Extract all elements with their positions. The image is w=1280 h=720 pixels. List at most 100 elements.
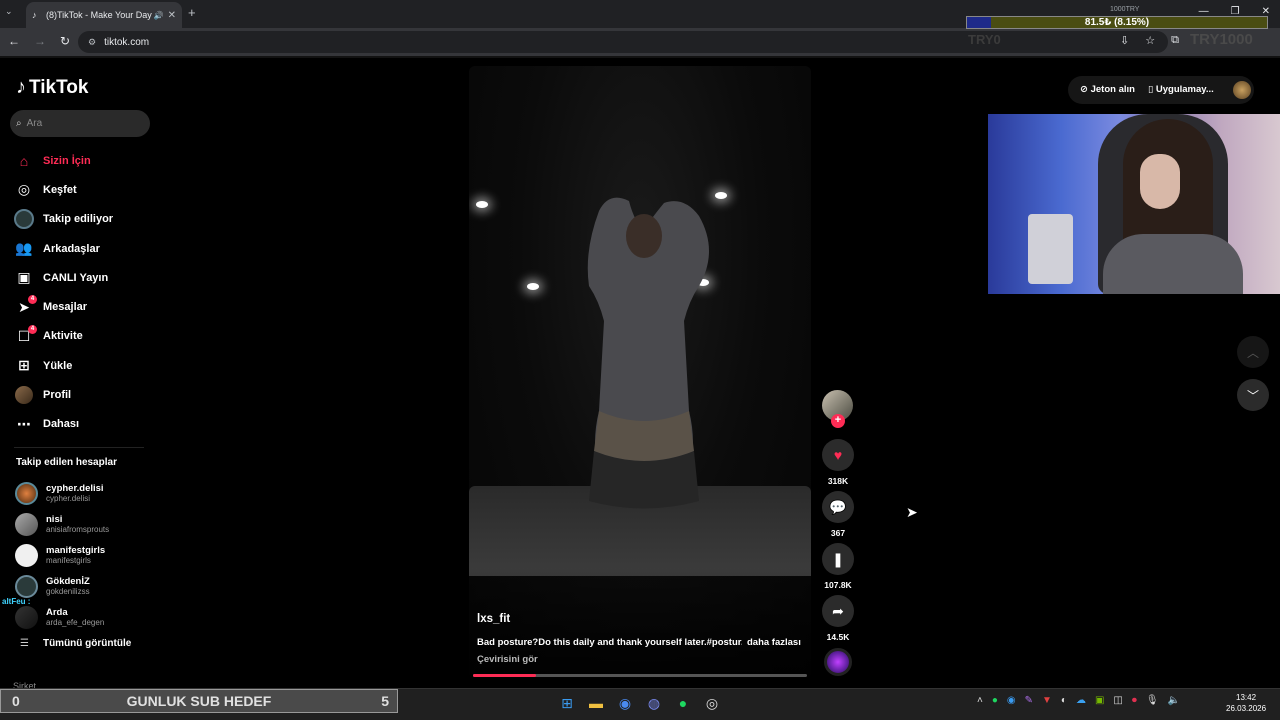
spotify-icon[interactable]: ● [673, 692, 693, 714]
nav-item-activity[interactable]: ☐ 4 Aktivite [14, 322, 154, 351]
url-text: tiktok.com [104, 36, 150, 48]
tray-volume-icon[interactable]: 🔈 [1168, 695, 1180, 706]
browser-tab[interactable]: ♪ (8)TikTok - Make Your Day 🔊 ✕ [26, 2, 182, 28]
nav-item-friends[interactable]: 👥 Arkadaşlar [14, 234, 154, 263]
share-button[interactable]: ➦ [822, 595, 854, 627]
save-button[interactable]: ❚ [822, 543, 854, 575]
back-icon[interactable]: ← [8, 34, 20, 48]
clock-time: 13:42 [1236, 693, 1257, 702]
tray-overflow-icon[interactable]: ˄ [977, 695, 983, 706]
messages-badge: 4 [28, 295, 37, 305]
goal-max-label: TRY1000 [1190, 31, 1253, 48]
sub-goal-overlay: 0 GUNLUK SUB HEDEF 5 [0, 689, 398, 713]
tray-network-icon[interactable]: ◫ [1113, 695, 1122, 706]
next-video-button[interactable]: ﹀ [1237, 379, 1269, 411]
nav-item-profile[interactable]: Profil [14, 380, 154, 409]
nav-label: CANLI Yayın [43, 271, 109, 284]
nav-label: Arkadaşlar [43, 242, 100, 255]
see-more-button[interactable]: daha fazlası [747, 637, 801, 648]
video-description: Bad posture?Do this daily and thank your… [477, 637, 742, 648]
save-count: 107.8K [824, 580, 852, 590]
system-tray: ˄ ● ◉ ✎ ▼ ◐ ☁ ▣ ◫ ⏺ 🎙 🔈 [977, 695, 1180, 706]
obs-icon[interactable]: ◎ [702, 692, 722, 714]
chrome-icon[interactable]: ◉ [615, 692, 635, 714]
bookmark-icon: ❚ [832, 550, 844, 567]
windows-start-icon[interactable]: ⊞ [557, 692, 577, 714]
chevron-up-icon: ︿ [1246, 345, 1259, 360]
nav-item-following[interactable]: Takip ediliyor [14, 205, 154, 234]
friends-icon: 👥 [15, 240, 33, 257]
user-avatar[interactable] [1233, 81, 1251, 99]
nav-item-upload[interactable]: ⊞ Yükle [14, 351, 154, 380]
bookmark-star-icon[interactable]: ☆ [1145, 34, 1155, 47]
share-icon: ➦ [832, 602, 844, 619]
address-bar-icons: ⇩ ☆ ⧉ [1120, 34, 1179, 47]
following-account[interactable]: GökdenİZ gokdenilizss [15, 571, 165, 602]
ceiling-light [527, 283, 539, 290]
tray-nvidia-icon[interactable]: ▣ [1095, 695, 1104, 706]
compass-icon: ◎ [17, 181, 31, 198]
comment-button[interactable]: 💬 [822, 491, 854, 523]
video-progress-bar[interactable] [473, 674, 807, 677]
video-player[interactable] [469, 66, 811, 678]
nav-label: Mesajlar [43, 301, 88, 314]
install-app-icon[interactable]: ⇩ [1120, 34, 1129, 47]
follow-plus-icon[interactable]: + [831, 414, 845, 428]
reload-icon[interactable]: ↻ [60, 34, 70, 48]
nav-item-live[interactable]: ▣ CANLI Yayın [14, 263, 154, 292]
audio-playing-icon[interactable]: 🔊 [154, 11, 164, 20]
nav-label: Keşfet [43, 183, 77, 196]
taskbar-clock[interactable]: 13:42 26.03.2026 [1226, 692, 1266, 714]
tiktok-logo[interactable]: ♪ TikTok [16, 76, 88, 99]
webcam-pc-case [1028, 214, 1073, 284]
sub-goal-label: GUNLUK SUB HEDEF [126, 693, 272, 709]
following-account[interactable]: manifestgirls manifestgirls [15, 540, 165, 571]
tray-spotify-icon[interactable]: ● [992, 695, 998, 706]
new-tab-button[interactable]: + [188, 5, 196, 20]
tab-list-button[interactable]: ⌄ [5, 6, 13, 17]
search-input[interactable]: ⌕ Ara [10, 110, 150, 137]
nav-item-explore[interactable]: ◎ Keşfet [14, 175, 154, 204]
site-info-icon[interactable]: ⚙ [88, 37, 96, 48]
get-coins-button[interactable]: ⊘ Jeton alın [1080, 84, 1135, 95]
tray-pen-icon[interactable]: ✎ [1025, 695, 1033, 706]
tiktok-favicon-icon: ♪ [32, 10, 37, 20]
nav-item-for-you[interactable]: ⌂ Sizin İçin [14, 146, 154, 175]
tray-cloud-icon[interactable]: ☁ [1076, 695, 1086, 706]
tray-app-icon[interactable]: ◉ [1007, 695, 1016, 706]
tray-steam-icon[interactable]: ◐ [1061, 695, 1067, 706]
tray-mic-icon[interactable]: 🎙 [1146, 695, 1159, 706]
tray-shield-icon[interactable]: ▼ [1042, 695, 1052, 706]
url-field[interactable]: ⚙ tiktok.com [78, 31, 1168, 53]
chrome-divider [0, 56, 1280, 58]
following-account[interactable]: Arda arda_efe_degen [15, 602, 165, 633]
nav-label: Takip ediliyor [43, 213, 114, 226]
close-tab-icon[interactable]: ✕ [168, 10, 176, 21]
see-all-following-button[interactable]: ☰ Tümünü görüntüle [20, 638, 131, 649]
tray-record-icon[interactable]: ⏺ [1132, 695, 1137, 706]
get-app-button[interactable]: ▯ Uygulamay... [1148, 84, 1214, 95]
nav-item-messages[interactable]: ➤ 4 Mesajlar [14, 292, 154, 321]
list-icon: ☰ [20, 638, 29, 649]
following-account[interactable]: cypher.delisi cypher.delisi [15, 478, 165, 509]
file-explorer-icon[interactable]: ▬ [586, 692, 606, 714]
nav-label: Sizin İçin [43, 154, 91, 167]
donation-goal-text: 81.5₺ (8.15%) [1084, 17, 1150, 28]
account-avatar [15, 513, 38, 536]
account-avatar [15, 575, 38, 598]
exercising-person [587, 197, 709, 509]
extensions-icon[interactable]: ⧉ [1171, 34, 1179, 47]
account-handle: cypher.delisi [46, 494, 91, 503]
see-translation-button[interactable]: Çevirisini gör [477, 654, 538, 665]
music-disc-icon[interactable] [824, 648, 852, 676]
video-username[interactable]: lxs_fit [477, 613, 510, 625]
discord-icon[interactable]: ◍ [644, 692, 664, 714]
like-button[interactable]: ♥ [822, 439, 854, 471]
following-account[interactable]: nisi anisiafromsprouts [15, 509, 165, 540]
forward-icon[interactable]: → [34, 34, 46, 48]
account-handle: arda_efe_degen [46, 618, 105, 627]
sidebar-nav: ⌂ Sizin İçin ◎ Keşfet Takip ediliyor 👥 A… [14, 146, 154, 439]
account-avatar [15, 606, 38, 629]
previous-video-button[interactable]: ︿ [1237, 336, 1269, 368]
nav-item-more[interactable]: ⋯ Dahası [14, 410, 154, 439]
